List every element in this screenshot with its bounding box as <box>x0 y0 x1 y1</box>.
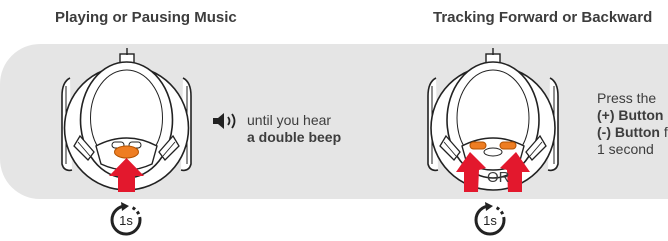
instruction-diagram: Playing or Pausing Music Tracking Forwar… <box>0 0 668 241</box>
instruction-line-2: a double beep <box>247 129 342 145</box>
timer-label: 1s <box>483 213 497 228</box>
timer-icon: 1s <box>474 202 506 236</box>
speaker-icon <box>213 113 236 129</box>
instruction-line-3: (-) Button for <box>597 124 668 141</box>
section-title-play-pause: Playing or Pausing Music <box>55 9 237 26</box>
instruction-line-1: Press the <box>597 90 657 106</box>
or-label: OR <box>487 169 510 186</box>
timer-label: 1s <box>119 213 133 228</box>
instruction-line-4: 1 second <box>597 141 654 157</box>
instruction-line-2: (+) Button or <box>597 107 668 124</box>
helmet-icon <box>61 48 192 192</box>
instruction-line-2-rest: or <box>663 107 668 123</box>
minus-button-label: (-) Button <box>597 124 660 140</box>
instruction-play-pause: until you hear a double beep <box>247 112 341 146</box>
instruction-line-1: until you hear <box>247 112 332 128</box>
plus-button-label: (+) Button <box>597 107 664 123</box>
instruction-tracking: Press the (+) Button or (-) Button for 1… <box>597 90 668 158</box>
section-title-tracking: Tracking Forward or Backward <box>433 9 653 26</box>
timer-icon: 1s <box>110 202 142 236</box>
instruction-line-3-rest: for <box>663 124 668 140</box>
